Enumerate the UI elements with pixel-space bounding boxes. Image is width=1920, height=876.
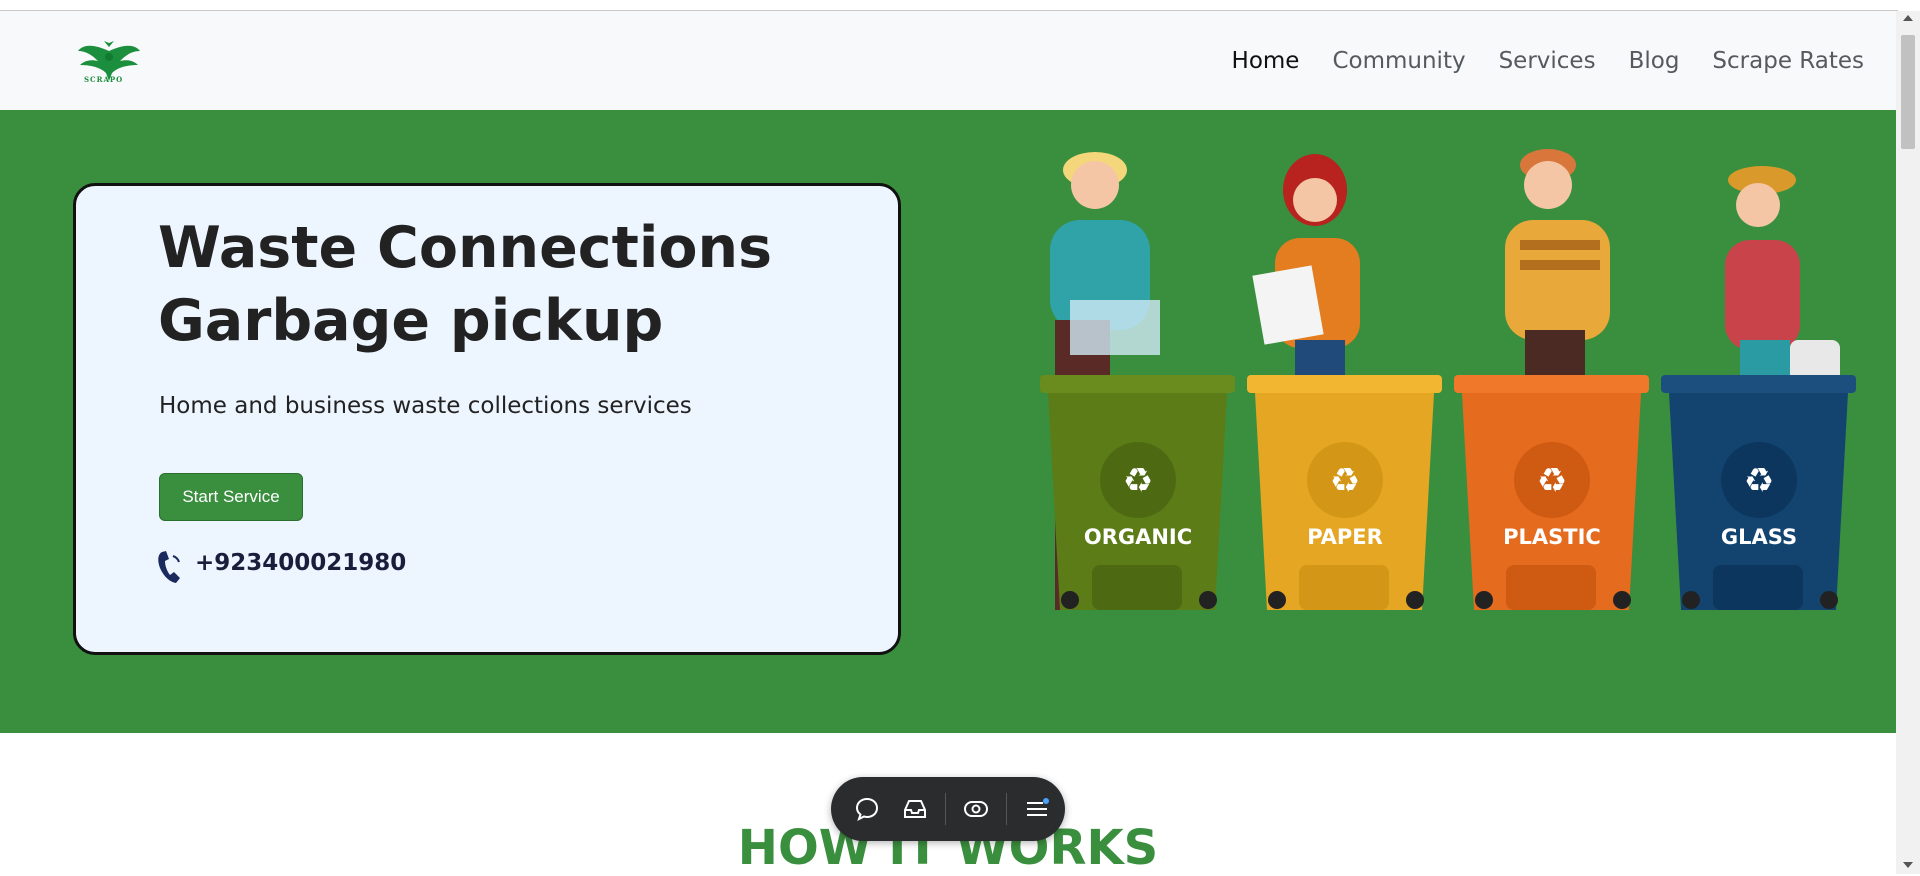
page-scrollbar[interactable] <box>1896 11 1920 874</box>
nav-community[interactable]: Community <box>1332 48 1465 74</box>
nav-services[interactable]: Services <box>1499 48 1596 74</box>
scroll-down-arrow-icon[interactable] <box>1903 862 1913 868</box>
start-service-button[interactable]: Start Service <box>159 473 303 521</box>
hero-subtitle: Home and business waste collections serv… <box>159 393 692 419</box>
toolbar-divider <box>1006 793 1007 825</box>
navbar: SCRAPO Home Community Services Blog Scra… <box>0 11 1896 110</box>
eye-icon <box>964 801 988 817</box>
phone-icon <box>158 551 180 583</box>
svg-text:♻: ♻ <box>1330 461 1360 501</box>
hero-title-line2: Garbage pickup <box>158 288 664 354</box>
bin-glass-label: GLASS <box>1721 525 1797 549</box>
svg-text:♻: ♻ <box>1123 461 1153 501</box>
bin-paper-label: PAPER <box>1307 525 1383 549</box>
logo-text: SCRAPO <box>84 75 124 84</box>
nav-home[interactable]: Home <box>1232 48 1300 74</box>
inbox-icon <box>904 800 926 818</box>
svg-text:♻: ♻ <box>1744 461 1774 501</box>
bin-paper: ♻ PAPER <box>1247 375 1442 610</box>
scroll-thumb[interactable] <box>1901 35 1915 149</box>
bin-plastic-label: PLASTIC <box>1503 525 1601 549</box>
bin-plastic: ♻ PLASTIC <box>1454 375 1649 610</box>
svg-text:♻: ♻ <box>1537 461 1567 501</box>
scroll-up-arrow-icon[interactable] <box>1903 15 1913 21</box>
bin-organic: ♻ ORGANIC <box>1040 375 1235 610</box>
bin-glass: ♻ GLASS <box>1661 375 1856 610</box>
view-button[interactable] <box>952 785 1000 833</box>
hero-title-line1: Waste Connections <box>158 215 773 281</box>
phone-number[interactable]: +923400021980 <box>195 550 406 576</box>
menu-button[interactable] <box>1013 785 1061 833</box>
toolbar-divider <box>945 793 946 825</box>
logo-eagle-icon[interactable] <box>76 37 142 93</box>
nav-blog[interactable]: Blog <box>1629 48 1680 74</box>
menu-icon <box>1027 798 1049 816</box>
bin-organic-label: ORGANIC <box>1084 525 1192 549</box>
chat-icon <box>855 797 879 821</box>
floating-toolbar <box>831 777 1065 841</box>
inbox-button[interactable] <box>891 785 939 833</box>
chat-button[interactable] <box>843 785 891 833</box>
main-nav: Home Community Services Blog Scrape Rate… <box>1232 48 1864 74</box>
recycling-bins-illustration: ♻ ORGANIC ♻ PAPER ♻ PLASTIC ♻ GLASS <box>1040 149 1856 610</box>
hero-title: Waste Connections Garbage pickup <box>158 212 858 358</box>
nav-scrape-rates[interactable]: Scrape Rates <box>1712 48 1864 74</box>
